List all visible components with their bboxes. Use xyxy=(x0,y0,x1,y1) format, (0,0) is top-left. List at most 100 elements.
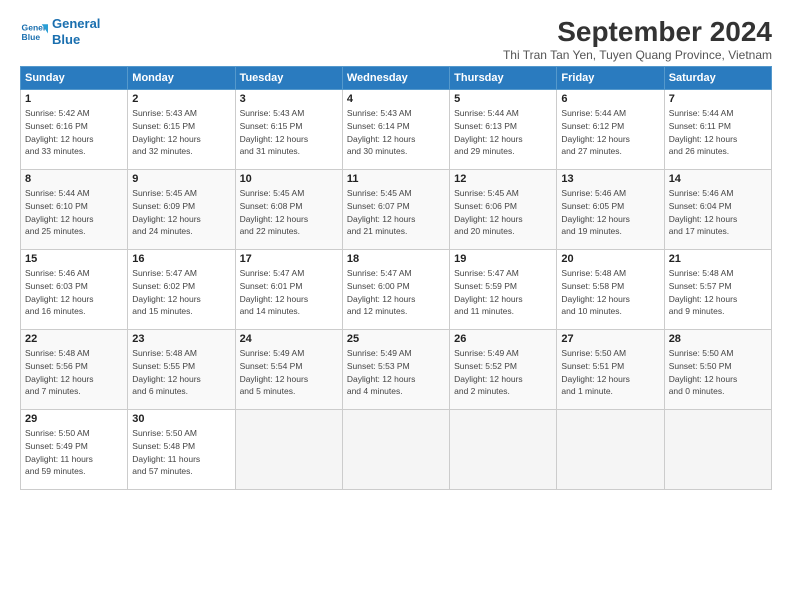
table-row: 11Sunrise: 5:45 AM Sunset: 6:07 PM Dayli… xyxy=(342,170,449,250)
month-title: September 2024 xyxy=(503,16,772,48)
day-number: 9 xyxy=(132,173,230,185)
day-info: Sunrise: 5:45 AM Sunset: 6:06 PM Dayligh… xyxy=(454,187,552,238)
table-row: 20Sunrise: 5:48 AM Sunset: 5:58 PM Dayli… xyxy=(557,250,664,330)
day-number: 26 xyxy=(454,333,552,345)
col-wednesday: Wednesday xyxy=(342,67,449,90)
table-row: 7Sunrise: 5:44 AM Sunset: 6:11 PM Daylig… xyxy=(664,90,771,170)
day-number: 2 xyxy=(132,93,230,105)
table-row: 18 Sunrise: 5:47 AM Sunset: 6:00 PM Dayli… xyxy=(342,250,449,330)
col-saturday: Saturday xyxy=(664,67,771,90)
table-row: 9 Sunrise: 5:45 AM Sunset: 6:09 PM Daylig… xyxy=(128,170,235,250)
table-row: 27 Sunrise: 5:50 AM Sunset: 5:51 PM Dayli… xyxy=(557,330,664,410)
logo-line2: Blue xyxy=(52,32,100,48)
table-row: 24 Sunrise: 5:49 AM Sunset: 5:54 PM Dayli… xyxy=(235,330,342,410)
svg-text:Blue: Blue xyxy=(22,31,41,41)
day-number: 17 xyxy=(240,253,338,265)
day-info: Sunrise: 5:50 AM Sunset: 5:48 PM Dayligh… xyxy=(132,427,230,478)
day-info: Sunrise: 5:46 AM Sunset: 6:03 PM Dayligh… xyxy=(25,267,123,318)
day-info: Sunrise: 5:49 AM Sunset: 5:54 PM Dayligh… xyxy=(240,347,338,398)
table-row: 1 Sunrise: 5:42 AM Sunset: 6:16 PM Daylig… xyxy=(21,90,128,170)
day-info: Sunrise: 5:47 AM Sunset: 5:59 PM Dayligh… xyxy=(454,267,552,318)
subtitle: Thi Tran Tan Yen, Tuyen Quang Province, … xyxy=(503,48,772,62)
table-row: 19 Sunrise: 5:47 AM Sunset: 5:59 PM Dayli… xyxy=(450,250,557,330)
table-row: 22Sunrise: 5:48 AM Sunset: 5:56 PM Dayli… xyxy=(21,330,128,410)
table-row: 17 Sunrise: 5:47 AM Sunset: 6:01 PM Dayli… xyxy=(235,250,342,330)
day-number: 14 xyxy=(669,173,767,185)
table-row: 10 Sunrise: 5:45 AM Sunset: 6:08 PM Dayli… xyxy=(235,170,342,250)
table-row: 13 Sunrise: 5:46 AM Sunset: 6:05 PM Dayli… xyxy=(557,170,664,250)
day-info: Sunrise: 5:45 AM Sunset: 6:07 PM Dayligh… xyxy=(347,187,445,238)
table-row: 14 Sunrise: 5:46 AM Sunset: 6:04 PM Dayli… xyxy=(664,170,771,250)
title-block: September 2024 Thi Tran Tan Yen, Tuyen Q… xyxy=(503,16,772,62)
day-number: 30 xyxy=(132,413,230,425)
day-info: Sunrise: 5:46 AM Sunset: 6:05 PM Dayligh… xyxy=(561,187,659,238)
day-info: Sunrise: 5:48 AM Sunset: 5:57 PM Dayligh… xyxy=(669,267,767,318)
table-row xyxy=(664,410,771,490)
page: General Blue General Blue September 2024… xyxy=(0,0,792,612)
day-number: 13 xyxy=(561,173,659,185)
day-number: 1 xyxy=(25,93,123,105)
day-number: 7 xyxy=(669,93,767,105)
table-row: 2 Sunrise: 5:43 AM Sunset: 6:15 PM Daylig… xyxy=(128,90,235,170)
day-number: 3 xyxy=(240,93,338,105)
day-number: 16 xyxy=(132,253,230,265)
day-info: Sunrise: 5:50 AM Sunset: 5:50 PM Dayligh… xyxy=(669,347,767,398)
day-info: Sunrise: 5:45 AM Sunset: 6:08 PM Dayligh… xyxy=(240,187,338,238)
day-info: Sunrise: 5:49 AM Sunset: 5:53 PM Dayligh… xyxy=(347,347,445,398)
day-info: Sunrise: 5:43 AM Sunset: 6:15 PM Dayligh… xyxy=(132,107,230,158)
day-info: Sunrise: 5:49 AM Sunset: 5:52 PM Dayligh… xyxy=(454,347,552,398)
day-number: 8 xyxy=(25,173,123,185)
day-info: Sunrise: 5:43 AM Sunset: 6:15 PM Dayligh… xyxy=(240,107,338,158)
table-row xyxy=(450,410,557,490)
col-friday: Friday xyxy=(557,67,664,90)
day-info: Sunrise: 5:50 AM Sunset: 5:49 PM Dayligh… xyxy=(25,427,123,478)
day-number: 27 xyxy=(561,333,659,345)
day-info: Sunrise: 5:44 AM Sunset: 6:10 PM Dayligh… xyxy=(25,187,123,238)
day-info: Sunrise: 5:47 AM Sunset: 6:00 PM Dayligh… xyxy=(347,267,445,318)
day-info: Sunrise: 5:45 AM Sunset: 6:09 PM Dayligh… xyxy=(132,187,230,238)
day-info: Sunrise: 5:46 AM Sunset: 6:04 PM Dayligh… xyxy=(669,187,767,238)
day-number: 10 xyxy=(240,173,338,185)
table-row: 28 Sunrise: 5:50 AM Sunset: 5:50 PM Dayli… xyxy=(664,330,771,410)
day-number: 21 xyxy=(669,253,767,265)
table-row: 30 Sunrise: 5:50 AM Sunset: 5:48 PM Dayli… xyxy=(128,410,235,490)
col-sunday: Sunday xyxy=(21,67,128,90)
day-number: 4 xyxy=(347,93,445,105)
logo: General Blue General Blue xyxy=(20,16,100,47)
table-row xyxy=(235,410,342,490)
day-info: Sunrise: 5:43 AM Sunset: 6:14 PM Dayligh… xyxy=(347,107,445,158)
day-info: Sunrise: 5:42 AM Sunset: 6:16 PM Dayligh… xyxy=(25,107,123,158)
day-number: 15 xyxy=(25,253,123,265)
header: General Blue General Blue September 2024… xyxy=(20,16,772,62)
logo-line1: General xyxy=(52,16,100,32)
day-info: Sunrise: 5:44 AM Sunset: 6:12 PM Dayligh… xyxy=(561,107,659,158)
table-row: 5 Sunrise: 5:44 AM Sunset: 6:13 PM Daylig… xyxy=(450,90,557,170)
table-row: 29 Sunrise: 5:50 AM Sunset: 5:49 PM Dayli… xyxy=(21,410,128,490)
day-info: Sunrise: 5:48 AM Sunset: 5:55 PM Dayligh… xyxy=(132,347,230,398)
col-monday: Monday xyxy=(128,67,235,90)
table-row: 26 Sunrise: 5:49 AM Sunset: 5:52 PM Dayli… xyxy=(450,330,557,410)
day-info: Sunrise: 5:44 AM Sunset: 6:13 PM Dayligh… xyxy=(454,107,552,158)
day-number: 23 xyxy=(132,333,230,345)
day-number: 29 xyxy=(25,413,123,425)
day-number: 22 xyxy=(25,333,123,345)
table-row: 21 Sunrise: 5:48 AM Sunset: 5:57 PM Dayli… xyxy=(664,250,771,330)
day-number: 5 xyxy=(454,93,552,105)
table-row: 8 Sunrise: 5:44 AM Sunset: 6:10 PM Daylig… xyxy=(21,170,128,250)
day-number: 19 xyxy=(454,253,552,265)
table-row: 15 Sunrise: 5:46 AM Sunset: 6:03 PM Dayli… xyxy=(21,250,128,330)
calendar-table: Sunday Monday Tuesday Wednesday Thursday… xyxy=(20,66,772,490)
day-number: 28 xyxy=(669,333,767,345)
col-thursday: Thursday xyxy=(450,67,557,90)
day-number: 6 xyxy=(561,93,659,105)
day-info: Sunrise: 5:50 AM Sunset: 5:51 PM Dayligh… xyxy=(561,347,659,398)
day-number: 18 xyxy=(347,253,445,265)
day-info: Sunrise: 5:47 AM Sunset: 6:01 PM Dayligh… xyxy=(240,267,338,318)
day-number: 24 xyxy=(240,333,338,345)
day-info: Sunrise: 5:48 AM Sunset: 5:58 PM Dayligh… xyxy=(561,267,659,318)
table-row: 12Sunrise: 5:45 AM Sunset: 6:06 PM Dayli… xyxy=(450,170,557,250)
table-row: 23 Sunrise: 5:48 AM Sunset: 5:55 PM Dayli… xyxy=(128,330,235,410)
table-row: 25Sunrise: 5:49 AM Sunset: 5:53 PM Dayli… xyxy=(342,330,449,410)
table-row: 4 Sunrise: 5:43 AM Sunset: 6:14 PM Daylig… xyxy=(342,90,449,170)
header-row: Sunday Monday Tuesday Wednesday Thursday… xyxy=(21,67,772,90)
